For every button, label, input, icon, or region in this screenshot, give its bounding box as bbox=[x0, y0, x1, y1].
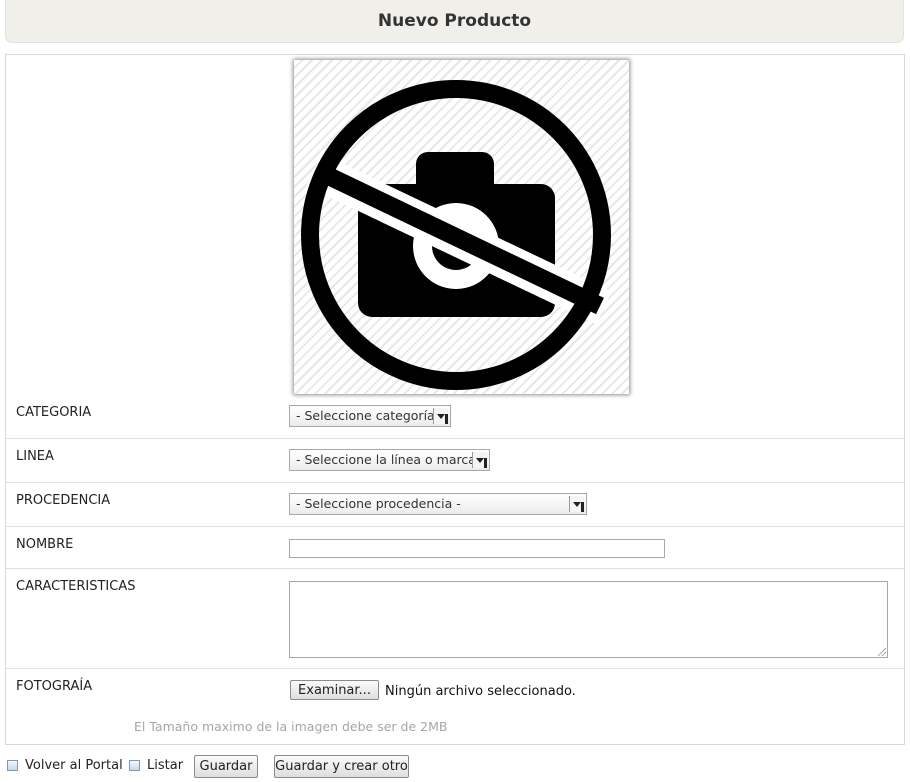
linea-selected-value: - Seleccione la línea o marca - bbox=[296, 452, 485, 467]
browse-file-button[interactable]: Examinar... bbox=[290, 680, 379, 700]
chevron-down-icon bbox=[472, 452, 487, 468]
portal-icon bbox=[7, 760, 18, 771]
nombre-label: NOMBRE bbox=[16, 537, 74, 552]
linea-row: LINEA - Seleccione la línea o marca - bbox=[6, 439, 904, 483]
file-status-text: Ningún archivo seleccionado. bbox=[385, 684, 576, 699]
product-photo-preview bbox=[294, 60, 629, 394]
procedencia-label: PROCEDENCIA bbox=[16, 493, 111, 508]
page-header: Nuevo Producto bbox=[5, 0, 904, 43]
resize-grip-icon[interactable] bbox=[878, 648, 886, 656]
nombre-field[interactable] bbox=[289, 539, 665, 558]
fotografia-label: FOTOGRAÍA bbox=[16, 679, 93, 694]
back-to-portal-link[interactable]: Volver al Portal bbox=[7, 758, 123, 773]
page-title: Nuevo Producto bbox=[377, 11, 532, 31]
categoria-label: CATEGORIA bbox=[16, 405, 92, 420]
procedencia-row: PROCEDENCIA - Seleccione procedencia - bbox=[6, 483, 904, 527]
save-and-new-button[interactable]: Guardar y crear otro bbox=[274, 755, 409, 778]
chevron-down-icon bbox=[433, 408, 448, 424]
list-icon bbox=[129, 760, 140, 771]
nombre-row: NOMBRE bbox=[6, 527, 904, 569]
back-to-portal-label: Volver al Portal bbox=[25, 758, 123, 773]
save-button[interactable]: Guardar bbox=[194, 755, 258, 778]
list-label: Listar bbox=[147, 758, 184, 773]
list-link[interactable]: Listar bbox=[129, 758, 183, 773]
categoria-select[interactable]: - Seleccione categoría - bbox=[289, 405, 451, 427]
procedencia-select[interactable]: - Seleccione procedencia - bbox=[289, 493, 587, 515]
caracteristicas-label: CARACTERISTICAS bbox=[16, 579, 136, 594]
caracteristicas-row: CARACTERISTICAS bbox=[6, 569, 904, 669]
chevron-down-icon bbox=[569, 496, 584, 512]
caracteristicas-textarea[interactable] bbox=[289, 581, 888, 658]
categoria-row: CATEGORIA - Seleccione categoría - bbox=[6, 394, 904, 439]
no-photo-icon bbox=[301, 80, 612, 390]
linea-select[interactable]: - Seleccione la línea o marca - bbox=[289, 449, 490, 471]
procedencia-selected-value: - Seleccione procedencia - bbox=[296, 496, 461, 511]
linea-label: LINEA bbox=[16, 449, 54, 464]
product-form-panel: CATEGORIA - Seleccione categoría - LINEA… bbox=[5, 54, 905, 745]
categoria-selected-value: - Seleccione categoría - bbox=[296, 408, 444, 423]
image-size-hint: El Tamaño maximo de la imagen debe ser d… bbox=[134, 719, 448, 734]
